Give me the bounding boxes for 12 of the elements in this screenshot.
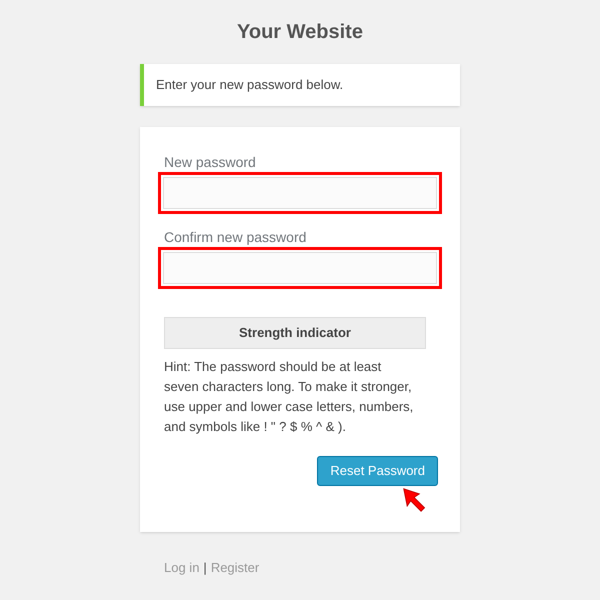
password-field[interactable]: [158, 172, 442, 214]
strength-indicator: Strength indicator: [164, 317, 426, 349]
separator: |: [203, 559, 207, 577]
password-field[interactable]: [158, 247, 442, 289]
site-title: Your Website: [237, 20, 363, 44]
register-link[interactable]: Register: [210, 558, 260, 578]
field-label: New password: [164, 153, 257, 171]
hint-text: Hint: The password should be at least seven characters long. To make it stronger, use upper and lower case letters, numbers, and symbols like ! " ? $ % ^ & ).: [164, 358, 414, 436]
field-label: Confirm new password: [164, 228, 308, 246]
reset-password-button[interactable]: Reset Password: [317, 456, 438, 486]
message-box: Enter your new password below.: [140, 64, 460, 106]
login-link[interactable]: Log in: [164, 558, 200, 578]
